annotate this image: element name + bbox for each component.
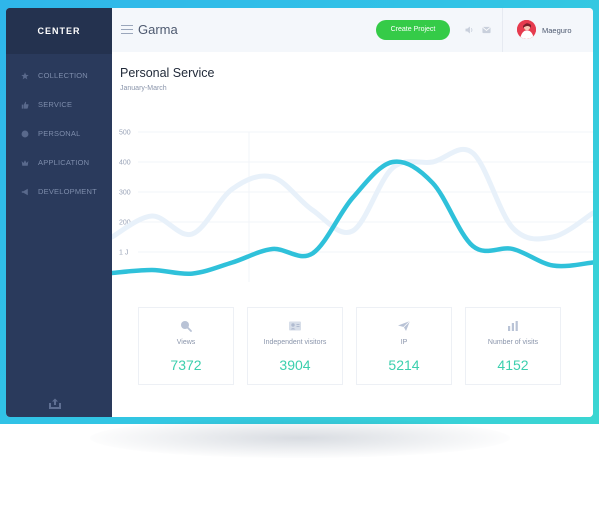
user-icon	[21, 130, 29, 137]
series-line-primary	[112, 159, 593, 277]
sidebar-item-label: SERVICE	[38, 100, 73, 109]
page-title: Personal Service	[120, 66, 215, 80]
top-bar: Garma Create Project Maeguro	[112, 8, 593, 52]
sidebar: CENTER COLLECTION SERVICE PERSONAL APPLI…	[6, 8, 112, 417]
megaphone-icon	[21, 188, 28, 195]
stat-value: 7372	[170, 357, 202, 373]
sidebar-item-development[interactable]: DEVELOPMENT	[6, 177, 112, 206]
brand-name: CENTER	[37, 26, 81, 36]
search-icon	[181, 321, 192, 332]
sidebar-item-label: DEVELOPMENT	[38, 187, 97, 196]
stat-value: 5214	[388, 357, 420, 373]
sidebar-item-label: APPLICATION	[38, 158, 90, 167]
create-project-button[interactable]: Create Project	[376, 20, 450, 40]
stat-label: IP	[400, 339, 408, 346]
main-content: Personal Service January-March 500 400 300…	[112, 52, 593, 417]
y-tick-label: 400	[119, 160, 131, 167]
page-subtitle: January-March	[120, 85, 167, 92]
drop-shadow	[90, 418, 510, 458]
stat-label: Independent visitors	[263, 339, 327, 346]
stat-value: 4152	[497, 357, 529, 373]
divider	[502, 8, 503, 52]
brand-logo[interactable]: CENTER	[6, 8, 112, 54]
series-line-secondary	[112, 146, 593, 242]
sidebar-item-label: PERSONAL	[38, 129, 81, 138]
stats-row: Views 7372 Independent visitors 3904 IP …	[138, 307, 568, 385]
line-chart: 5004003002001 J	[112, 130, 593, 282]
stat-card-views[interactable]: Views 7372	[138, 307, 234, 385]
app-title: Garma	[138, 22, 178, 37]
avatar-image	[517, 20, 536, 39]
sidebar-item-collection[interactable]: COLLECTION	[6, 61, 112, 90]
avatar[interactable]	[517, 20, 536, 39]
sidebar-item-label: COLLECTION	[38, 71, 88, 80]
sidebar-item-service[interactable]: SERVICE	[6, 90, 112, 119]
sidebar-item-application[interactable]: APPLICATION	[6, 148, 112, 177]
mail-icon[interactable]	[482, 26, 491, 34]
y-tick-label: 1 J	[119, 250, 128, 257]
sidebar-nav: COLLECTION SERVICE PERSONAL APPLICATION	[6, 61, 112, 206]
sidebar-item-personal[interactable]: PERSONAL	[6, 119, 112, 148]
stat-label: Views	[176, 339, 196, 346]
crown-icon	[21, 159, 29, 166]
user-name: Maeguro	[542, 26, 572, 35]
stat-card-number-of-visits[interactable]: Number of visits 4152	[465, 307, 561, 385]
export-icon[interactable]	[48, 398, 62, 410]
stat-value: 3904	[279, 357, 311, 373]
y-tick-label: 300	[119, 190, 131, 197]
star-icon	[21, 71, 29, 79]
id-card-icon	[289, 321, 301, 331]
bar-chart-icon	[508, 321, 518, 331]
stat-card-independent-visitors[interactable]: Independent visitors 3904	[247, 307, 343, 385]
volume-icon[interactable]	[465, 26, 474, 34]
thumbs-up-icon	[21, 101, 29, 109]
stat-card-ip[interactable]: IP 5214	[356, 307, 452, 385]
menu-icon[interactable]	[121, 25, 133, 35]
stat-label: Number of visits	[487, 339, 539, 346]
app-window: CENTER COLLECTION SERVICE PERSONAL APPLI…	[6, 8, 593, 417]
y-tick-label: 500	[119, 130, 131, 137]
paper-plane-icon	[398, 320, 411, 331]
